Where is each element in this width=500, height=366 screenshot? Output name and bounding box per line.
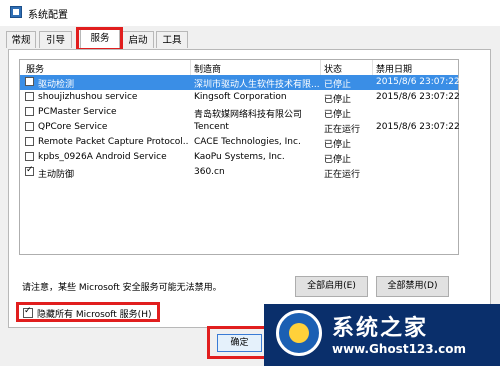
service-status: 已停止 <box>324 140 352 150</box>
service-name: PCMaster Service <box>38 107 117 117</box>
header-service[interactable]: 服务 <box>26 62 44 75</box>
system-config-window: 系统配置 常规 引导 服务 启动 工具 服务 制造商 状态 禁用日期 驱动检测 … <box>0 0 500 366</box>
watermark: 系统之家 www.Ghost123.com <box>264 304 500 366</box>
title-bar: 系统配置 <box>0 0 500 26</box>
row-checkbox[interactable] <box>25 137 34 146</box>
service-vendor: 360.cn <box>194 167 225 177</box>
enable-all-button[interactable]: 全部启用(E) <box>295 276 368 297</box>
table-row[interactable]: shoujizhushou service Kingsoft Corporati… <box>20 90 460 105</box>
table-row[interactable]: 驱动检测 深圳市驱动人生软件技术有限... 已停止 2015/8/6 23:07… <box>20 75 460 90</box>
header-divider[interactable] <box>190 60 191 75</box>
tab-general[interactable]: 常规 <box>6 31 36 48</box>
row-checkbox[interactable] <box>25 77 34 86</box>
header-status[interactable]: 状态 <box>324 62 342 75</box>
service-name: Remote Packet Capture Protocol... <box>38 137 188 147</box>
table-row[interactable]: kpbs_0926A Android Service KaoPu Systems… <box>20 150 458 165</box>
service-vendor: 深圳市驱动人生软件技术有限... <box>194 80 319 90</box>
window-title: 系统配置 <box>28 10 68 21</box>
hide-microsoft-services-highlight: 隐藏所有 Microsoft 服务(H) <box>16 302 160 322</box>
service-status: 正在运行 <box>324 125 361 135</box>
service-name: 驱动检测 <box>38 80 75 90</box>
hide-microsoft-services-checkbox[interactable] <box>23 306 33 318</box>
watermark-logo-icon <box>276 310 322 356</box>
service-vendor: KaoPu Systems, Inc. <box>194 152 285 162</box>
table-row[interactable]: PCMaster Service 青岛软媒网络科技有限公司 已停止 <box>20 105 458 120</box>
service-vendor: CACE Technologies, Inc. <box>194 137 301 147</box>
watermark-title: 系统之家 <box>332 316 429 341</box>
header-disabled-date[interactable]: 禁用日期 <box>376 62 412 75</box>
tab-startup[interactable]: 启动 <box>122 31 154 48</box>
service-date: 2015/8/6 23:07:22 <box>376 92 460 102</box>
list-header: 服务 制造商 状态 禁用日期 <box>20 60 458 76</box>
service-name: QPCore Service <box>38 122 108 132</box>
service-name: 主动防御 <box>38 170 75 180</box>
service-status: 已停止 <box>324 155 352 165</box>
service-status: 正在运行 <box>324 170 361 180</box>
service-status: 已停止 <box>324 110 352 120</box>
table-row[interactable]: QPCore Service Tencent 正在运行 2015/8/6 23:… <box>20 120 460 135</box>
service-status: 已停止 <box>324 80 352 90</box>
tab-boot[interactable]: 引导 <box>39 31 72 48</box>
service-name: shoujizhushou service <box>38 92 138 102</box>
hide-microsoft-services-label[interactable]: 隐藏所有 Microsoft 服务(H) <box>37 307 151 320</box>
disable-all-button[interactable]: 全部禁用(D) <box>376 276 449 297</box>
tab-tools[interactable]: 工具 <box>156 31 188 48</box>
service-vendor: Tencent <box>194 122 229 132</box>
row-checkbox[interactable] <box>25 92 34 101</box>
header-divider[interactable] <box>320 60 321 75</box>
service-date: 2015/8/6 23:07:22 <box>376 122 460 132</box>
ok-button-highlight: 确定 <box>207 326 272 359</box>
services-list: 服务 制造商 状态 禁用日期 驱动检测 深圳市驱动人生软件技术有限... 已停止… <box>19 59 460 255</box>
service-vendor: 青岛软媒网络科技有限公司 <box>194 110 303 120</box>
security-note: 请注意，某些 Microsoft 安全服务可能无法禁用。 <box>22 283 222 293</box>
service-vendor: Kingsoft Corporation <box>194 92 287 102</box>
ok-button[interactable]: 确定 <box>217 334 262 352</box>
header-divider[interactable] <box>372 60 373 75</box>
row-checkbox[interactable] <box>25 107 34 116</box>
service-name: kpbs_0926A Android Service <box>38 152 167 162</box>
app-icon <box>10 6 22 18</box>
table-row[interactable]: Remote Packet Capture Protocol... CACE T… <box>20 135 458 150</box>
service-date: 2015/8/6 23:07:22 <box>376 77 460 87</box>
table-row[interactable]: 主动防御 360.cn 正在运行 <box>20 165 458 180</box>
service-status: 已停止 <box>324 95 352 105</box>
services-tab-highlight <box>76 27 123 51</box>
row-checkbox[interactable] <box>25 165 34 176</box>
row-checkbox[interactable] <box>25 122 34 131</box>
row-checkbox[interactable] <box>25 152 34 161</box>
header-manufacturer[interactable]: 制造商 <box>194 62 221 75</box>
watermark-url: www.Ghost123.com <box>332 342 467 356</box>
